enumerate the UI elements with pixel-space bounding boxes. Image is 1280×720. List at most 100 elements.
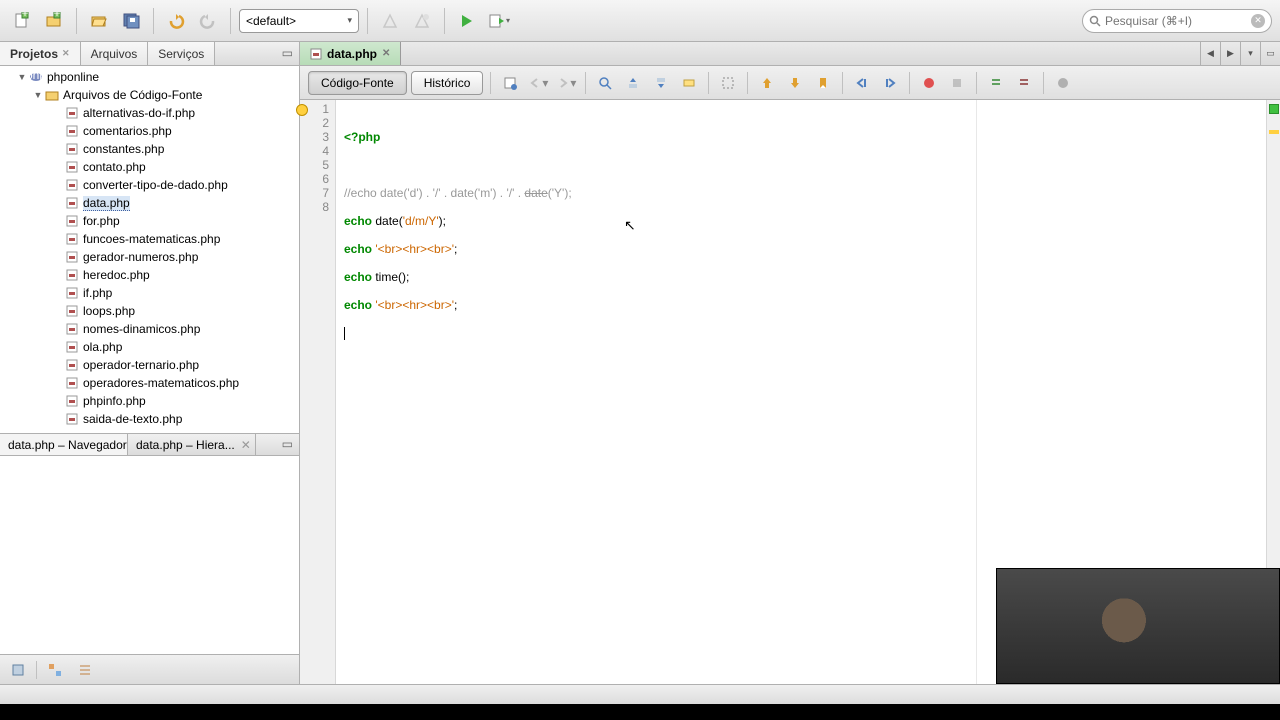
tree-file-item[interactable]: saida-de-texto.php: [0, 410, 299, 428]
chevron-down-icon: ▾: [347, 15, 352, 26]
forward-icon[interactable]: ▾: [554, 71, 578, 95]
navigator-panel: data.php – Navegador data.php – Hiera...…: [0, 434, 299, 684]
php-file-icon: [64, 268, 80, 282]
php-file-icon: [64, 394, 80, 408]
tree-file-item[interactable]: if.php: [0, 284, 299, 302]
tree-file-item[interactable]: for.php: [0, 212, 299, 230]
last-edit-icon[interactable]: [498, 71, 522, 95]
open-icon[interactable]: [85, 7, 113, 35]
redo-icon[interactable]: [194, 7, 222, 35]
toggle-rect-select-icon[interactable]: [716, 71, 740, 95]
tree-file-item[interactable]: heredoc.php: [0, 266, 299, 284]
php-file-icon: [64, 376, 80, 390]
undo-icon[interactable]: [162, 7, 190, 35]
close-tab-icon[interactable]: ✕: [382, 48, 390, 59]
line-gutter: 1 2 3 4 5 6 7 8: [300, 100, 336, 684]
tree-file-item[interactable]: converter-tipo-de-dado.php: [0, 176, 299, 194]
shift-right-icon[interactable]: [878, 71, 902, 95]
php-file-icon: [64, 340, 80, 354]
tab-navigator[interactable]: data.php – Navegador: [0, 434, 128, 455]
nav-icon-3[interactable]: [73, 658, 97, 682]
disclosure-triangle-icon[interactable]: ▼: [32, 90, 44, 100]
run-icon[interactable]: [453, 7, 481, 35]
navigator-toolbar: [0, 654, 299, 684]
find-prev-icon[interactable]: [621, 71, 645, 95]
run-config-combo[interactable]: <default> ▾: [239, 9, 359, 33]
comment-icon[interactable]: [984, 71, 1008, 95]
left-panel: Projetos✕ Arquivos Serviços ▭ ▼ php phpo…: [0, 42, 300, 684]
next-tab-icon[interactable]: ▶: [1220, 42, 1240, 65]
tree-file-item[interactable]: alternativas-do-if.php: [0, 104, 299, 122]
goto-icon[interactable]: [1051, 71, 1075, 95]
tree-source-folder[interactable]: ▼ Arquivos de Código-Fonte: [0, 86, 299, 104]
minimize-panel-icon[interactable]: ▭: [276, 42, 299, 65]
tree-file-item[interactable]: operador-ternario.php: [0, 356, 299, 374]
macro-record-icon[interactable]: [917, 71, 941, 95]
php-file-icon: [64, 178, 80, 192]
clear-search-icon[interactable]: ✕: [1251, 14, 1265, 28]
uncomment-icon[interactable]: [1012, 71, 1036, 95]
folder-icon: [44, 88, 60, 102]
new-project-icon[interactable]: +: [40, 7, 68, 35]
svg-text:+: +: [21, 12, 28, 20]
right-margin-guide: [976, 100, 977, 684]
tree-file-item[interactable]: phpinfo.php: [0, 392, 299, 410]
php-file-icon: [64, 196, 80, 210]
shift-left-icon[interactable]: [850, 71, 874, 95]
search-box[interactable]: ✕: [1082, 9, 1272, 33]
close-icon[interactable]: ✕: [62, 48, 70, 59]
find-selection-icon[interactable]: [593, 71, 617, 95]
clean-build-icon[interactable]: [408, 7, 436, 35]
webcam-overlay: [996, 568, 1280, 684]
new-file-icon[interactable]: +: [8, 7, 36, 35]
tab-projects[interactable]: Projetos✕: [0, 42, 81, 65]
save-all-icon[interactable]: [117, 7, 145, 35]
navigator-body: [0, 456, 299, 654]
tree-file-item[interactable]: nomes-dinamicos.php: [0, 320, 299, 338]
nav-icon-1[interactable]: [6, 658, 30, 682]
warning-marker-icon[interactable]: [1269, 130, 1279, 134]
php-file-icon: [64, 358, 80, 372]
tab-list-icon[interactable]: ▾: [1240, 42, 1260, 65]
tree-file-item[interactable]: operadores-matematicos.php: [0, 374, 299, 392]
tree-file-item[interactable]: constantes.php: [0, 140, 299, 158]
project-tree[interactable]: ▼ php phponline ▼ Arquivos de Código-Fon…: [0, 66, 299, 434]
editor-tab-data-php[interactable]: data.php ✕: [300, 42, 401, 65]
maximize-editor-icon[interactable]: ▭: [1260, 42, 1280, 65]
tree-file-item[interactable]: gerador-numeros.php: [0, 248, 299, 266]
tree-file-item[interactable]: loops.php: [0, 302, 299, 320]
tree-file-item[interactable]: contato.php: [0, 158, 299, 176]
close-icon[interactable]: ✕: [241, 438, 251, 452]
php-file-icon: [64, 250, 80, 264]
view-history-button[interactable]: Histórico: [411, 71, 484, 95]
prev-tab-icon[interactable]: ◀: [1200, 42, 1220, 65]
build-icon[interactable]: [376, 7, 404, 35]
tree-file-item[interactable]: funcoes-matematicas.php: [0, 230, 299, 248]
status-ok-icon: [1269, 104, 1279, 114]
toggle-bookmark-icon[interactable]: [811, 71, 835, 95]
minimize-panel-icon[interactable]: ▭: [276, 434, 299, 455]
find-next-icon[interactable]: [649, 71, 673, 95]
view-source-button[interactable]: Código-Fonte: [308, 71, 407, 95]
search-input[interactable]: [1105, 14, 1247, 28]
tree-project-node[interactable]: ▼ php phponline: [0, 68, 299, 86]
svg-text:php: php: [29, 71, 43, 82]
macro-stop-icon[interactable]: [945, 71, 969, 95]
back-icon[interactable]: ▾: [526, 71, 550, 95]
tab-services[interactable]: Serviços: [148, 42, 215, 65]
tab-files[interactable]: Arquivos: [81, 42, 149, 65]
nav-icon-2[interactable]: [43, 658, 67, 682]
disclosure-triangle-icon[interactable]: ▼: [16, 72, 28, 82]
svg-text:+: +: [53, 12, 60, 20]
php-file-icon: [64, 106, 80, 120]
prev-bookmark-icon[interactable]: [755, 71, 779, 95]
highlight-icon[interactable]: [677, 71, 701, 95]
next-bookmark-icon[interactable]: [783, 71, 807, 95]
tab-hierarchy[interactable]: data.php – Hiera...✕: [128, 434, 256, 455]
tree-file-item[interactable]: ola.php: [0, 338, 299, 356]
tree-file-item[interactable]: comentarios.php: [0, 122, 299, 140]
editor-toolbar: Código-Fonte Histórico ▾ ▾: [300, 66, 1280, 100]
debug-icon[interactable]: ▾: [485, 7, 513, 35]
status-bar: [0, 684, 1280, 704]
tree-file-item[interactable]: data.php: [0, 194, 299, 212]
